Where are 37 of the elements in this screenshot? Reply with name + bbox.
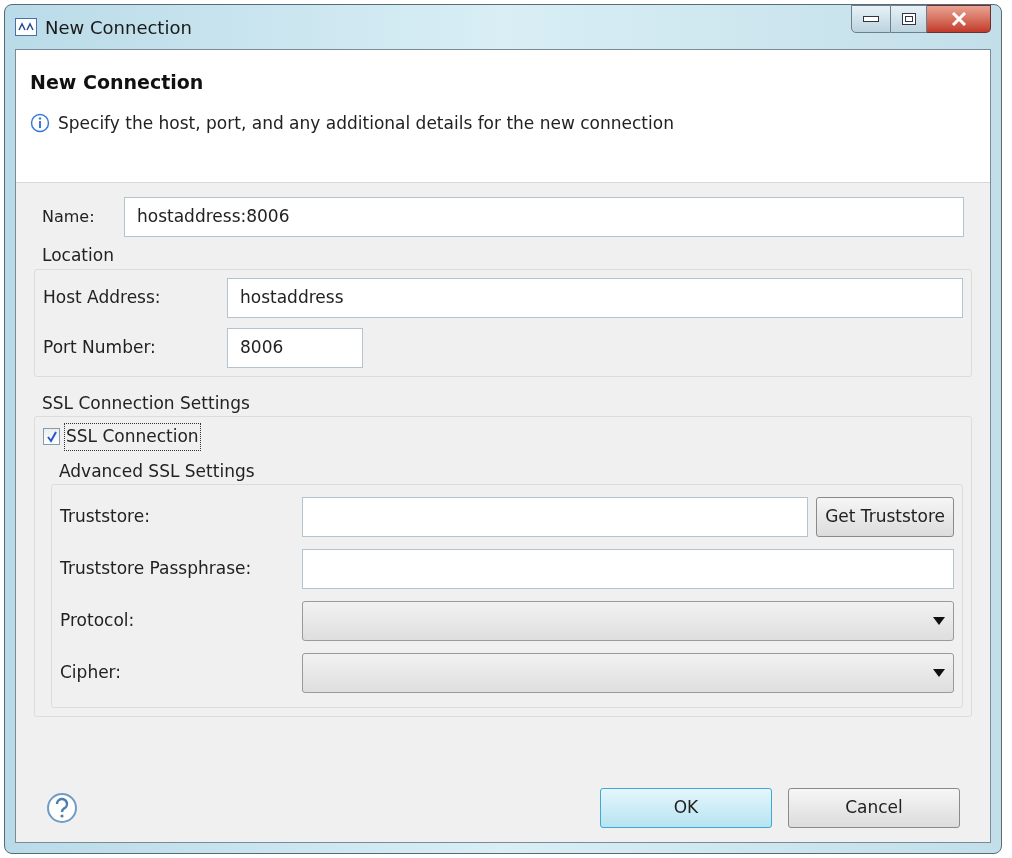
close-button[interactable] — [927, 5, 991, 33]
group-title: Location — [42, 245, 114, 265]
dropdown[interactable] — [302, 653, 954, 693]
info-icon — [30, 113, 50, 134]
dropdown-arrow-icon — [933, 617, 945, 625]
dropdown-arrow-icon — [933, 669, 945, 677]
minimize-icon — [863, 16, 879, 22]
get-truststore-button[interactable]: Get Truststore — [816, 497, 954, 537]
field-label: Port Number: — [43, 335, 157, 359]
group-title: Advanced SSL Settings — [59, 460, 255, 481]
group-title: SSL Connection Settings — [42, 392, 250, 413]
field-label: Name: — [42, 206, 96, 228]
maximize-icon — [901, 13, 916, 25]
text-field[interactable]: 8006 — [227, 327, 363, 368]
window-title: New Connection — [45, 15, 192, 40]
field-label: Truststore Passphrase: — [60, 557, 253, 581]
field-label: Cipher: — [60, 661, 123, 685]
field-label: Host Address: — [43, 285, 162, 309]
page-title: New Connection — [30, 70, 205, 95]
dialog-button[interactable]: Cancel — [788, 788, 960, 828]
close-icon — [950, 12, 967, 26]
help-icon[interactable] — [46, 792, 78, 824]
check-icon — [45, 430, 58, 443]
info-message: Specify the host, port, and any additional details for the new connection — [58, 111, 674, 135]
minimize-button[interactable] — [851, 5, 891, 33]
dropdown[interactable] — [302, 601, 954, 641]
text-field[interactable]: hostaddress — [227, 277, 963, 318]
text-field[interactable] — [302, 549, 954, 589]
text-field[interactable] — [302, 497, 809, 537]
dialog-button[interactable]: OK — [600, 788, 772, 828]
field-label: Truststore: — [60, 505, 151, 529]
field-label: Protocol: — [60, 609, 136, 633]
name-field[interactable]: hostaddress:8006 — [124, 197, 964, 237]
app-icon — [15, 18, 37, 36]
checkbox-label[interactable]: SSL Connection — [64, 423, 201, 451]
checkbox[interactable] — [43, 428, 60, 446]
maximize-button[interactable] — [891, 5, 927, 33]
